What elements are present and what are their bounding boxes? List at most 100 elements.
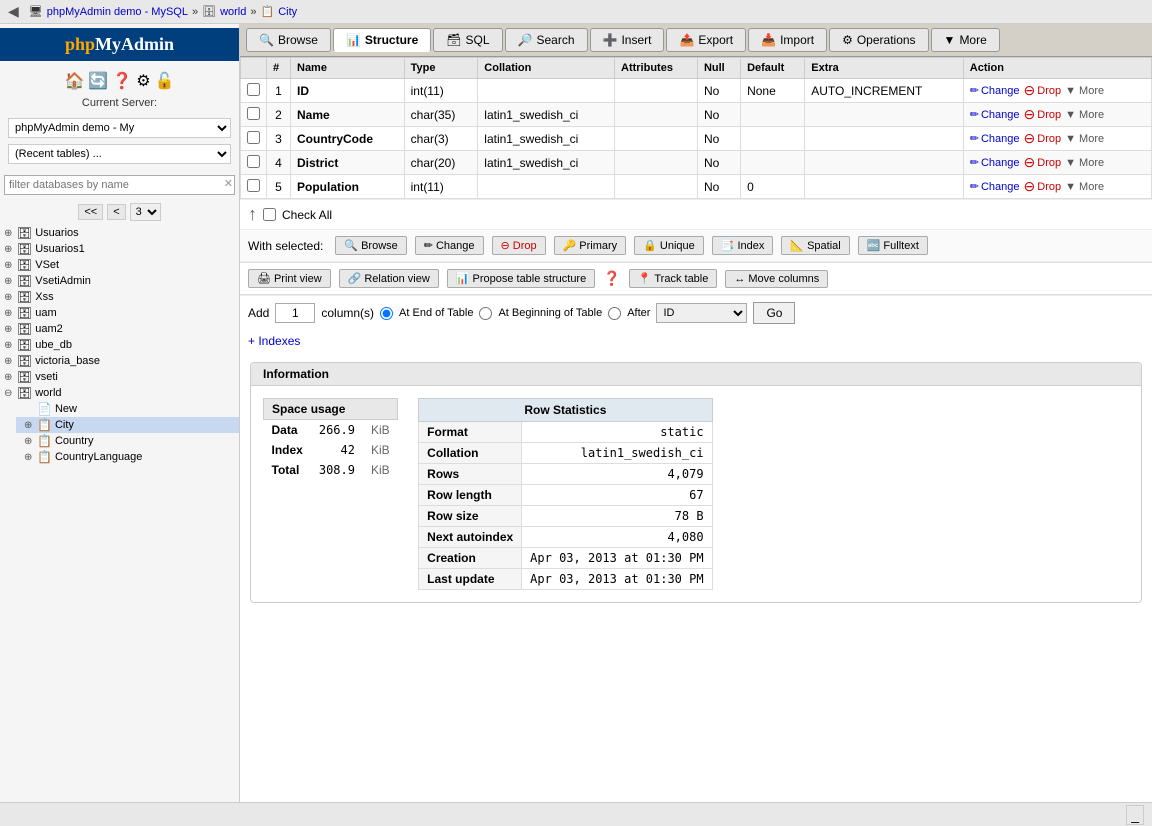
page-prev-prev-btn[interactable]: << (78, 204, 103, 220)
tab-more[interactable]: ▼ More (931, 28, 1000, 52)
db-icon: 🗄 (17, 258, 32, 272)
server-select[interactable]: phpMyAdmin demo - My (8, 118, 231, 138)
tab-export[interactable]: 📤 Export (666, 28, 746, 52)
tab-sql[interactable]: 🗃 SQL (433, 28, 502, 52)
collapse-sidebar-btn[interactable]: ◀ (8, 3, 19, 20)
page-select[interactable]: 3 (130, 203, 161, 221)
with-selected-fulltext[interactable]: 🔤 Fulltext (858, 236, 928, 255)
sidebar-item-city[interactable]: ⊕ 📋 City (16, 417, 239, 433)
tab-structure[interactable]: 📊 Structure (333, 28, 431, 52)
add-column-count-input[interactable]: 1 (275, 303, 315, 323)
column-s-label: column(s) (321, 306, 374, 320)
sidebar-item-ube-db[interactable]: ⊕ 🗄 ube_db (0, 337, 239, 353)
refresh-icon[interactable]: 🔄 (88, 71, 108, 91)
breadcrumb-table[interactable]: City (278, 6, 297, 18)
sidebar-item-vsetiadmin[interactable]: ⊕ 🗄 VsetiAdmin (0, 273, 239, 289)
row-checkbox[interactable] (247, 83, 260, 96)
header-default[interactable]: Default (741, 58, 805, 79)
breadcrumb-db[interactable]: world (220, 6, 246, 18)
page-prev-btn[interactable]: < (107, 204, 125, 220)
more-link[interactable]: ▼ More (1065, 109, 1104, 121)
with-selected-drop[interactable]: ⊖ Drop (492, 236, 546, 255)
sidebar-item-xss[interactable]: ⊕ 🗄 Xss (0, 289, 239, 305)
settings-icon[interactable]: ⚙ (136, 71, 150, 91)
check-all-checkbox[interactable] (263, 208, 276, 221)
recent-tables-select[interactable]: (Recent tables) ... (8, 144, 231, 164)
track-table-btn[interactable]: 📍 Track table (629, 269, 718, 288)
sidebar-item-uam[interactable]: ⊕ 🗄 uam (0, 305, 239, 321)
header-type[interactable]: Type (404, 58, 478, 79)
drop-link[interactable]: ⊖ Drop (1024, 130, 1062, 147)
col-name: ID (291, 79, 405, 103)
breadcrumb-server[interactable]: phpMyAdmin demo - MySQL (47, 6, 188, 18)
tab-insert[interactable]: ➕ Insert (590, 28, 665, 52)
after-column-select[interactable]: ID Name CountryCode District Population (656, 303, 747, 323)
propose-table-structure-btn[interactable]: 📊 Propose table structure (447, 269, 595, 288)
relation-view-btn[interactable]: 🔗 Relation view (339, 269, 439, 288)
filter-input[interactable] (4, 175, 235, 195)
with-selected-primary[interactable]: 🔑 Primary (554, 236, 627, 255)
filter-clear-btn[interactable]: ✕ (224, 177, 233, 190)
change-link[interactable]: ✏ Change (970, 156, 1020, 169)
row-checkbox[interactable] (247, 179, 260, 192)
change-link[interactable]: ✏ Change (970, 132, 1020, 145)
after-radio[interactable] (608, 307, 621, 320)
drop-link[interactable]: ⊖ Drop (1024, 106, 1062, 123)
row-checkbox[interactable] (247, 155, 260, 168)
with-selected-index[interactable]: 📑 Index (712, 236, 774, 255)
stat-value: latin1_swedish_ci (522, 443, 712, 464)
at-end-radio[interactable] (380, 307, 393, 320)
row-checkbox[interactable] (247, 107, 260, 120)
drop-link[interactable]: ⊖ Drop (1024, 154, 1062, 171)
sidebar-item-new[interactable]: 📄 New (16, 401, 239, 417)
col-action: ✏ Change ⊖ Drop ▼ More (963, 79, 1151, 103)
header-extra[interactable]: Extra (805, 58, 964, 79)
col-num: 5 (267, 175, 291, 199)
change-link[interactable]: ✏ Change (970, 84, 1020, 97)
indexes-link[interactable]: + Indexes (248, 334, 300, 348)
header-name[interactable]: Name (291, 58, 405, 79)
row-checkbox[interactable] (247, 131, 260, 144)
with-selected-browse[interactable]: 🔍 Browse (335, 236, 406, 255)
tab-browse[interactable]: 🔍 Browse (246, 28, 331, 52)
sidebar-item-country[interactable]: ⊕ 📋 Country (16, 433, 239, 449)
sidebar-item-countrylanguage[interactable]: ⊕ 📋 CountryLanguage (16, 449, 239, 465)
move-columns-btn[interactable]: ↔ Move columns (725, 270, 828, 288)
go-button[interactable]: Go (753, 302, 795, 324)
with-selected-unique[interactable]: 🔒 Unique (634, 236, 704, 255)
tab-search[interactable]: 🔎 Search (505, 28, 588, 52)
more-link[interactable]: ▼ More (1065, 133, 1104, 145)
more-link[interactable]: ▼ More (1065, 85, 1104, 97)
header-collation[interactable]: Collation (478, 58, 615, 79)
with-selected-change[interactable]: ✏ Change (415, 236, 484, 255)
header-attributes[interactable]: Attributes (615, 58, 698, 79)
information-panel-header: Information (251, 363, 1141, 386)
home-icon[interactable]: 🏠 (64, 71, 84, 91)
drop-link[interactable]: ⊖ Drop (1024, 82, 1062, 99)
after-label: After (627, 307, 650, 319)
more-link[interactable]: ▼ More (1065, 181, 1104, 193)
logout-icon[interactable]: 🔓 (155, 71, 175, 91)
change-link[interactable]: ✏ Change (970, 108, 1020, 121)
tab-operations[interactable]: ⚙ Operations (829, 28, 928, 52)
search-icon: 🔎 (518, 33, 533, 47)
sidebar-item-vset[interactable]: ⊕ 🗄 VSet (0, 257, 239, 273)
collapse-bottom-btn[interactable]: _ (1126, 805, 1144, 825)
more-link[interactable]: ▼ More (1065, 157, 1104, 169)
tree-root: ⊕ 🗄 Usuarios ⊕ 🗄 Usuarios1 ⊕ 🗄 VSet ⊕ 🗄 … (0, 225, 239, 465)
with-selected-spatial[interactable]: 📐 Spatial (781, 236, 849, 255)
print-view-btn[interactable]: 🖨 Print view (248, 269, 331, 288)
header-null[interactable]: Null (697, 58, 740, 79)
sidebar-item-usuarios1[interactable]: ⊕ 🗄 Usuarios1 (0, 241, 239, 257)
sidebar-item-vseti[interactable]: ⊕ 🗄 vseti (0, 369, 239, 385)
help-icon[interactable]: ❓ (112, 71, 132, 91)
sidebar-item-victoria-base[interactable]: ⊕ 🗄 victoria_base (0, 353, 239, 369)
drop-link[interactable]: ⊖ Drop (1024, 178, 1062, 195)
sidebar-item-usuarios[interactable]: ⊕ 🗄 Usuarios (0, 225, 239, 241)
sidebar-item-uam2[interactable]: ⊕ 🗄 uam2 (0, 321, 239, 337)
table-row: 1 ID int(11) No None AUTO_INCREMENT ✏ Ch… (241, 79, 1152, 103)
tab-import[interactable]: 📥 Import (748, 28, 827, 52)
sidebar-item-world[interactable]: ⊖ 🗄 world (0, 385, 239, 401)
change-link[interactable]: ✏ Change (970, 180, 1020, 193)
at-beginning-radio[interactable] (479, 307, 492, 320)
